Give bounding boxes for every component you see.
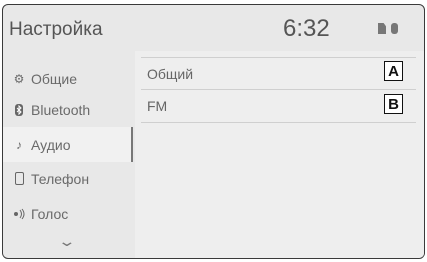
sidebar-item-phone[interactable]: Телефон: [3, 161, 133, 196]
status-icons: [378, 23, 398, 34]
sidebar-item-bluetooth[interactable]: Bluetooth: [3, 92, 133, 127]
row-label: Общий: [147, 65, 194, 82]
settings-row-fm[interactable]: FM: [141, 90, 416, 123]
sidebar-item-general[interactable]: ⚙ Общие: [3, 61, 133, 96]
page-title: Настройка: [9, 19, 103, 40]
chevron-down-icon[interactable]: ⌄: [57, 233, 76, 250]
sim-icon: [378, 23, 386, 34]
sidebar-item-label: Аудио: [31, 136, 71, 153]
row-label: FM: [147, 98, 168, 114]
sidebar-item-audio[interactable]: ♪ Аудио: [3, 127, 133, 162]
sidebar-item-label: Голос: [31, 205, 69, 222]
bluetooth-icon: [11, 103, 27, 116]
sidebar-item-label: Телефон: [31, 170, 90, 187]
sidebar-item-voice[interactable]: Голос: [3, 196, 133, 231]
infotainment-screen: Настройка 6:32 ⚙ Общие Bluetooth ♪ Аудио…: [2, 4, 425, 259]
sidebar: ⚙ Общие Bluetooth ♪ Аудио Телефон Голос …: [3, 51, 133, 258]
callout-label-b: B: [384, 94, 403, 114]
phone-icon: [11, 172, 27, 185]
gear-icon: ⚙: [13, 71, 25, 86]
voice-icon: [11, 208, 27, 220]
settings-panel: Общий FM: [135, 51, 424, 258]
callout-label-a: A: [384, 61, 403, 81]
settings-row-general[interactable]: Общий: [141, 57, 416, 90]
sidebar-item-label: Bluetooth: [31, 101, 91, 118]
bluetooth-status-icon: [391, 23, 398, 34]
clock: 6:32: [283, 15, 330, 42]
music-note-icon: ♪: [16, 137, 22, 152]
sidebar-item-label: Общие: [31, 70, 78, 87]
